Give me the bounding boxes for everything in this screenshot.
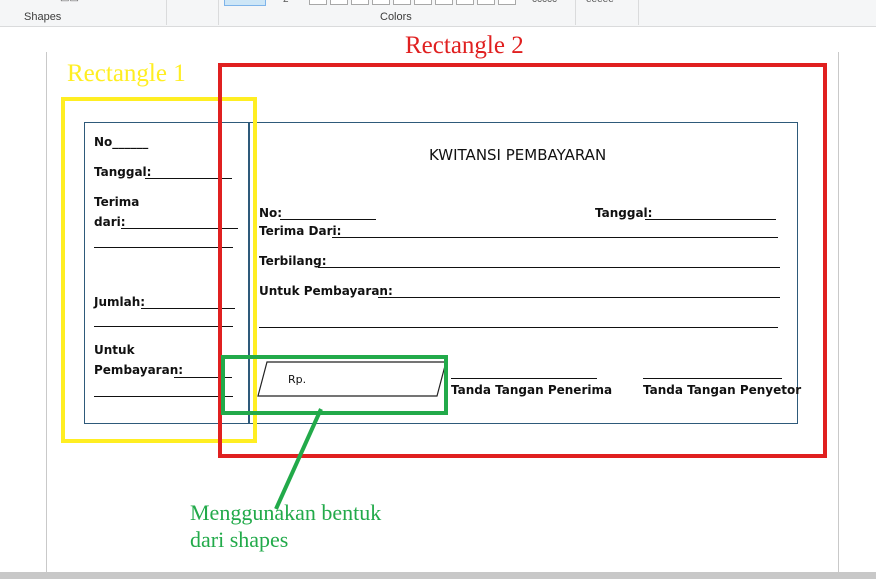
color-swatch[interactable] bbox=[351, 0, 369, 5]
paint-ribbon: ▭▭ Shapes 2 ccccc Colors eeeee bbox=[0, 0, 876, 27]
color-swatch[interactable] bbox=[435, 0, 453, 5]
color-swatch[interactable] bbox=[372, 0, 390, 5]
paint3d-button[interactable]: eeeee bbox=[586, 0, 614, 5]
colors-group-label: Colors bbox=[380, 11, 412, 23]
color-1-button[interactable] bbox=[224, 0, 266, 6]
horizontal-scrollbar[interactable] bbox=[0, 572, 876, 579]
ribbon-separator bbox=[218, 0, 219, 25]
rectangle-1-label: Rectangle 1 bbox=[67, 60, 186, 87]
shapes-group-label: Shapes bbox=[24, 11, 62, 23]
page-edge bbox=[838, 52, 839, 572]
color-swatch[interactable] bbox=[456, 0, 474, 5]
color-swatch[interactable] bbox=[393, 0, 411, 5]
shapes-note-line2: dari shapes bbox=[190, 527, 289, 552]
rectangle-2-label: Rectangle 2 bbox=[405, 32, 524, 59]
page-edge bbox=[46, 52, 47, 572]
color-swatch[interactable] bbox=[330, 0, 348, 5]
color-swatch[interactable] bbox=[309, 0, 327, 5]
ribbon-separator bbox=[166, 0, 167, 25]
shapes-note-line1: Menggunakan bentuk bbox=[190, 500, 382, 525]
ribbon-partial-control[interactable]: ▭▭ bbox=[60, 0, 79, 5]
color-2-button[interactable]: 2 bbox=[283, 0, 289, 5]
color-swatch[interactable] bbox=[477, 0, 495, 5]
color-swatch[interactable] bbox=[498, 0, 516, 5]
ribbon-separator bbox=[638, 0, 639, 25]
edit-colors-button[interactable]: ccccc bbox=[532, 0, 557, 5]
color-swatch[interactable] bbox=[414, 0, 432, 5]
ribbon-separator bbox=[575, 0, 576, 25]
shapes-highlight bbox=[221, 355, 448, 415]
